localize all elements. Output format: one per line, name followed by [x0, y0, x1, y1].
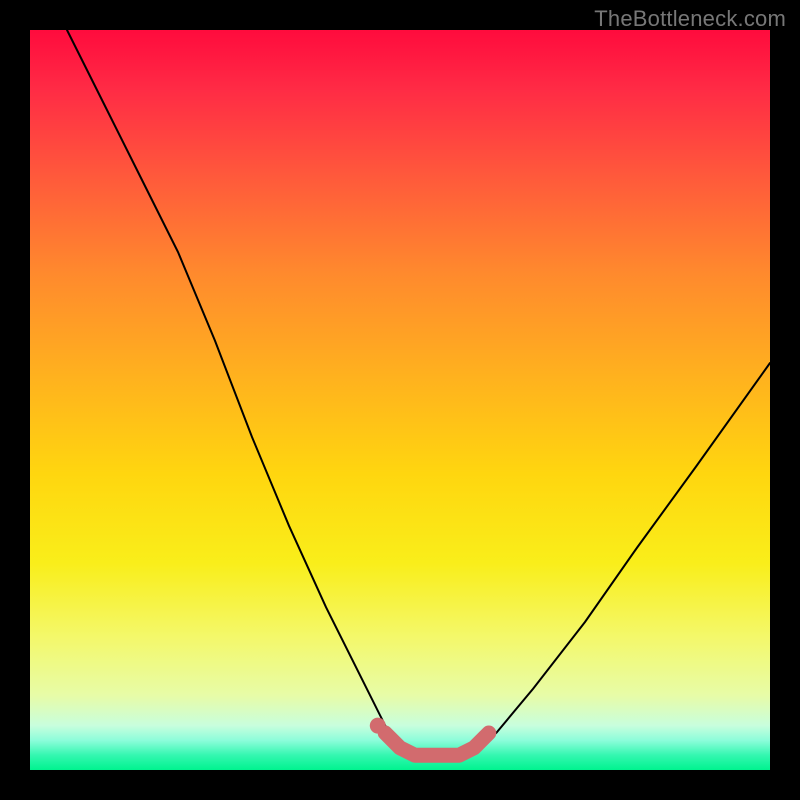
watermark-text: TheBottleneck.com [594, 6, 786, 32]
curve-svg [30, 30, 770, 770]
bottleneck-curve [67, 30, 770, 755]
chart-container: TheBottleneck.com [0, 0, 800, 800]
optimal-zone-dot [370, 718, 386, 734]
plot-area [30, 30, 770, 770]
optimal-zone-marker [385, 733, 489, 755]
